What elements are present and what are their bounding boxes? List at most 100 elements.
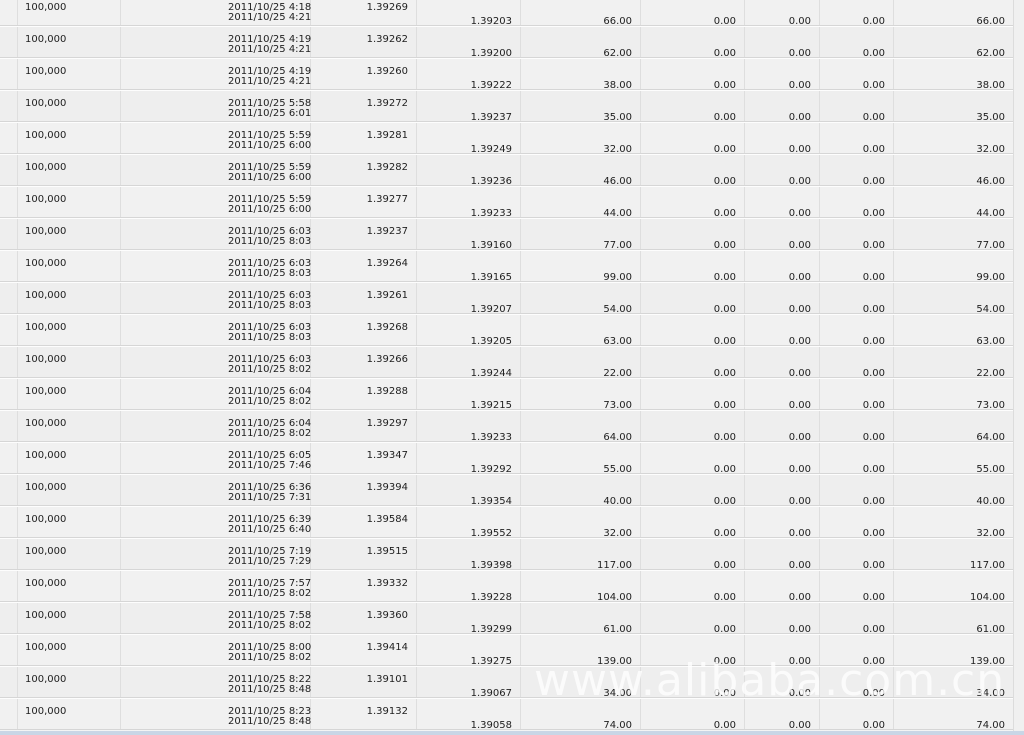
profit-cell: 74.00 bbox=[894, 699, 1014, 731]
lot-size-cell: 100,000 bbox=[18, 667, 121, 697]
swap-cell: 0.00 bbox=[745, 603, 820, 635]
swap-cell: 0.00 bbox=[745, 123, 820, 155]
table-row[interactable]: 100,000 2011/10/25 5:59 2011/10/25 6:00 1.3… bbox=[0, 154, 1024, 187]
pips-cell: 40.00 bbox=[521, 475, 641, 507]
table-row[interactable]: 100,000 2011/10/25 6:04 2011/10/25 8:02 1.3… bbox=[0, 378, 1024, 411]
close-time-value: 2011/10/25 8:03 bbox=[228, 332, 312, 343]
tax-cell: 0.00 bbox=[820, 507, 894, 539]
pips-cell: 73.00 bbox=[521, 379, 641, 411]
table-row[interactable]: 100,000 2011/10/25 5:59 2011/10/25 6:00 1.3… bbox=[0, 122, 1024, 155]
table-row[interactable]: 100,000 2011/10/25 7:57 2011/10/25 8:02 1.3… bbox=[0, 570, 1024, 603]
table-row[interactable]: 100,000 2011/10/25 8:23 2011/10/25 8:48 1.3… bbox=[0, 698, 1024, 731]
swap-value: 0.00 bbox=[788, 720, 811, 731]
tax-cell: 0.00 bbox=[820, 283, 894, 315]
table-row[interactable]: 100,000 2011/10/25 6:36 2011/10/25 7:31 1.3… bbox=[0, 474, 1024, 507]
profit-cell: 32.00 bbox=[894, 507, 1014, 539]
commission-cell: 0.00 bbox=[641, 251, 745, 283]
open-price-value: 1.39360 bbox=[366, 610, 408, 621]
commission-cell: 0.00 bbox=[641, 667, 745, 699]
lot-size-cell: 100,000 bbox=[18, 699, 121, 729]
table-row[interactable]: 100,000 2011/10/25 8:22 2011/10/25 8:48 1.3… bbox=[0, 666, 1024, 699]
swap-cell: 0.00 bbox=[745, 667, 820, 699]
table-row[interactable]: 100,000 2011/10/25 6:03 2011/10/25 8:03 1.3… bbox=[0, 218, 1024, 251]
close-price-cell: 1.39200 bbox=[417, 27, 521, 59]
swap-cell: 0.00 bbox=[745, 59, 820, 91]
commission-cell: 0.00 bbox=[641, 379, 745, 411]
table-row[interactable]: 100,000 2011/10/25 5:58 2011/10/25 6:01 1.3… bbox=[0, 90, 1024, 123]
open-price-cell: 1.39414 bbox=[311, 635, 417, 665]
table-row[interactable]: 100,000 2011/10/25 4:19 2011/10/25 4:21 1.3… bbox=[0, 26, 1024, 59]
table-row[interactable]: 100,000 2011/10/25 6:04 2011/10/25 8:02 1.3… bbox=[0, 410, 1024, 443]
close-time-value: 2011/10/25 4:21 bbox=[228, 44, 312, 55]
close-price-cell: 1.39398 bbox=[417, 539, 521, 571]
table-row[interactable]: 100,000 2011/10/25 7:19 2011/10/25 7:29 1.3… bbox=[0, 538, 1024, 571]
profit-cell: 44.00 bbox=[894, 187, 1014, 219]
lot-size-value: 100,000 bbox=[25, 98, 67, 109]
table-row[interactable]: 100,000 2011/10/25 6:03 2011/10/25 8:03 1.3… bbox=[0, 250, 1024, 283]
open-price-cell: 1.39515 bbox=[311, 539, 417, 569]
table-row[interactable]: 100,000 2011/10/25 4:18 2011/10/25 4:21 1.3… bbox=[0, 0, 1024, 27]
close-time-value: 2011/10/25 6:00 bbox=[228, 140, 312, 151]
time-cell: 2011/10/25 8:00 2011/10/25 8:02 bbox=[121, 635, 311, 665]
lot-size-cell: 100,000 bbox=[18, 59, 121, 89]
profit-cell: 139.00 bbox=[894, 635, 1014, 667]
row-marker-cell bbox=[0, 411, 18, 441]
pips-cell: 35.00 bbox=[521, 91, 641, 123]
open-price-value: 1.39288 bbox=[366, 386, 408, 397]
open-price-value: 1.39269 bbox=[366, 2, 408, 13]
time-cell: 2011/10/25 7:58 2011/10/25 8:02 bbox=[121, 603, 311, 633]
table-row[interactable]: 100,000 2011/10/25 6:03 2011/10/25 8:03 1.3… bbox=[0, 314, 1024, 347]
lot-size-cell: 100,000 bbox=[18, 155, 121, 185]
row-marker-cell bbox=[0, 187, 18, 217]
swap-cell: 0.00 bbox=[745, 699, 820, 731]
close-price-cell: 1.39228 bbox=[417, 571, 521, 603]
open-price-value: 1.39277 bbox=[366, 194, 408, 205]
pips-cell: 55.00 bbox=[521, 443, 641, 475]
time-cell: 2011/10/25 7:19 2011/10/25 7:29 bbox=[121, 539, 311, 569]
time-cell: 2011/10/25 6:03 2011/10/25 8:03 bbox=[121, 315, 311, 345]
table-row[interactable]: 100,000 2011/10/25 6:39 2011/10/25 6:40 1.3… bbox=[0, 506, 1024, 539]
pips-cell: 62.00 bbox=[521, 27, 641, 59]
table-row[interactable]: 100,000 2011/10/25 6:03 2011/10/25 8:02 1.3… bbox=[0, 346, 1024, 379]
table-row[interactable]: 100,000 2011/10/25 5:59 2011/10/25 6:00 1.3… bbox=[0, 186, 1024, 219]
swap-cell: 0.00 bbox=[745, 635, 820, 667]
row-marker-cell bbox=[0, 507, 18, 537]
lot-size-value: 100,000 bbox=[25, 354, 67, 365]
close-price-cell: 1.39222 bbox=[417, 59, 521, 91]
tax-cell: 0.00 bbox=[820, 27, 894, 59]
profit-cell: 46.00 bbox=[894, 155, 1014, 187]
open-price-cell: 1.39347 bbox=[311, 443, 417, 473]
lot-size-cell: 100,000 bbox=[18, 635, 121, 665]
pips-cell: 61.00 bbox=[521, 603, 641, 635]
time-cell: 2011/10/25 7:57 2011/10/25 8:02 bbox=[121, 571, 311, 601]
row-marker-cell bbox=[0, 667, 18, 697]
scrollbar-track[interactable] bbox=[1013, 0, 1024, 735]
commission-cell: 0.00 bbox=[641, 315, 745, 347]
table-row[interactable]: 100,000 2011/10/25 6:03 2011/10/25 8:03 1.3… bbox=[0, 282, 1024, 315]
table-row[interactable]: 100,000 2011/10/25 4:19 2011/10/25 4:21 1.3… bbox=[0, 58, 1024, 91]
close-time-value: 2011/10/25 8:48 bbox=[228, 684, 312, 695]
close-time-value: 2011/10/25 7:29 bbox=[228, 556, 312, 567]
trade-history-table: 100,000 2011/10/25 4:18 2011/10/25 4:21 1.3… bbox=[0, 0, 1024, 731]
profit-cell: 35.00 bbox=[894, 91, 1014, 123]
table-row[interactable]: 100,000 2011/10/25 7:58 2011/10/25 8:02 1.3… bbox=[0, 602, 1024, 635]
commission-cell: 0.00 bbox=[641, 187, 745, 219]
profit-value: 74.00 bbox=[976, 720, 1005, 731]
swap-cell: 0.00 bbox=[745, 315, 820, 347]
close-time-value: 2011/10/25 7:46 bbox=[228, 460, 312, 471]
lot-size-cell: 100,000 bbox=[18, 539, 121, 569]
open-price-cell: 1.39264 bbox=[311, 251, 417, 281]
time-cell: 2011/10/25 6:03 2011/10/25 8:03 bbox=[121, 219, 311, 249]
close-price-cell: 1.39292 bbox=[417, 443, 521, 475]
open-price-cell: 1.39132 bbox=[311, 699, 417, 729]
open-price-value: 1.39272 bbox=[366, 98, 408, 109]
lot-size-cell: 100,000 bbox=[18, 123, 121, 153]
pips-value: 74.00 bbox=[603, 720, 632, 731]
pips-cell: 117.00 bbox=[521, 539, 641, 571]
row-marker-cell bbox=[0, 539, 18, 569]
close-price-cell: 1.39552 bbox=[417, 507, 521, 539]
table-row[interactable]: 100,000 2011/10/25 6:05 2011/10/25 7:46 1.3… bbox=[0, 442, 1024, 475]
row-marker-cell bbox=[0, 315, 18, 345]
table-row[interactable]: 100,000 2011/10/25 8:00 2011/10/25 8:02 1.3… bbox=[0, 634, 1024, 667]
swap-cell: 0.00 bbox=[745, 443, 820, 475]
